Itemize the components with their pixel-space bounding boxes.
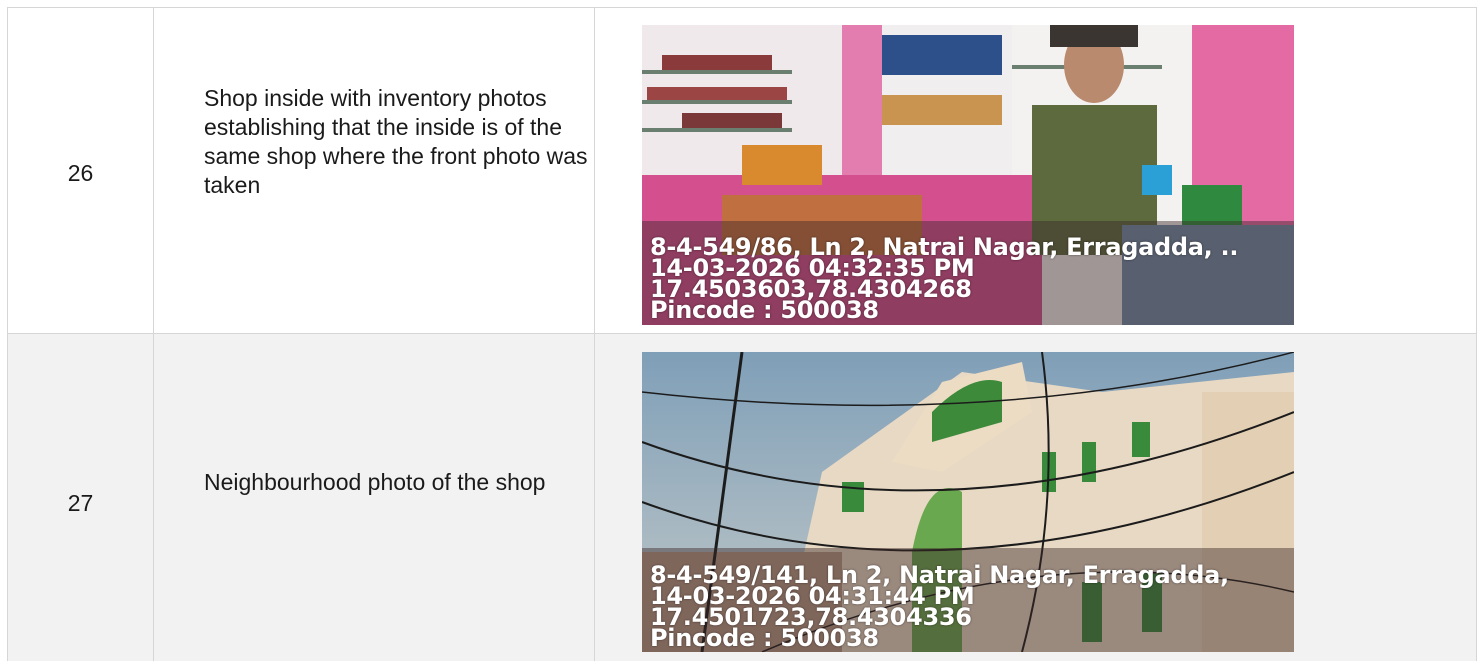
table-border-right bbox=[1476, 7, 1477, 661]
neighbourhood-building-photo: 8-4-549/141, Ln 2, Natrai Nagar, Erragad… bbox=[642, 352, 1294, 652]
table-row: 27 Neighbourhood photo of the shop 8-4-5… bbox=[8, 334, 1476, 661]
row-number: 26 bbox=[67, 160, 94, 186]
table-border-top bbox=[7, 7, 1477, 8]
row-description: Neighbourhood photo of the shop bbox=[204, 469, 546, 495]
shop-interior-photo: 8-4-549/86, Ln 2, Natrai Nagar, Erragadd… bbox=[642, 25, 1294, 325]
row-number: 27 bbox=[67, 490, 94, 516]
table-row: 26 Shop inside with inventory photos est… bbox=[8, 8, 1476, 333]
column-divider bbox=[153, 7, 154, 661]
table-border-left bbox=[7, 7, 8, 661]
column-divider bbox=[594, 7, 595, 661]
row-divider bbox=[7, 333, 1477, 334]
stamp-pincode: Pincode : 500038 bbox=[650, 296, 879, 324]
geo-stamp: 8-4-549/86, Ln 2, Natrai Nagar, Erragadd… bbox=[650, 235, 1238, 324]
stamp-pincode: Pincode : 500038 bbox=[650, 624, 879, 652]
row-description: Shop inside with inventory photos establ… bbox=[204, 85, 588, 198]
geo-stamp: 8-4-549/141, Ln 2, Natrai Nagar, Erragad… bbox=[650, 563, 1229, 652]
